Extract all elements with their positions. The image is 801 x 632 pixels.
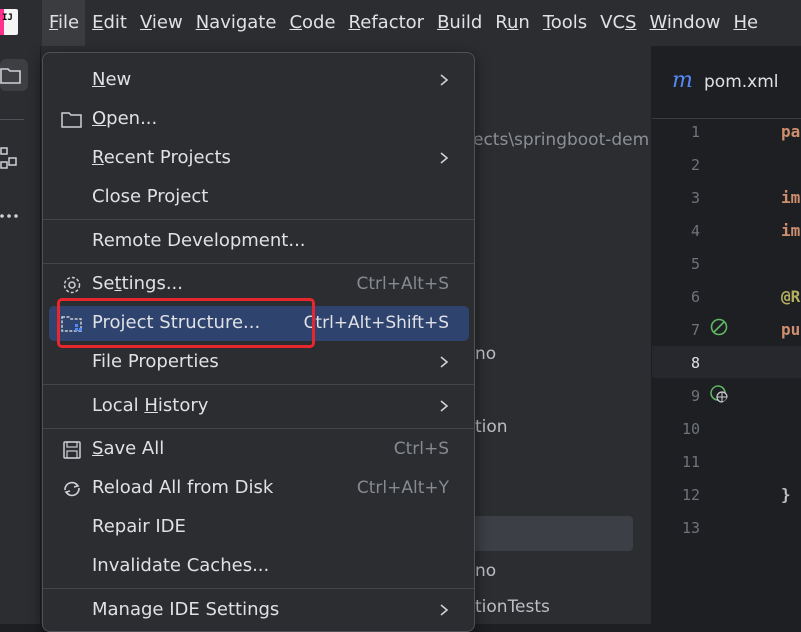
more-icon[interactable]: [0, 212, 20, 220]
tree-row[interactable]: tion: [475, 417, 508, 437]
folder-icon: [61, 112, 82, 128]
menu-separator: [43, 219, 474, 220]
code-text: pa: [781, 122, 801, 141]
menu-item-recent-projects[interactable]: Recent Projects: [49, 141, 469, 176]
code-text: im: [781, 188, 801, 207]
spring-bean-icon[interactable]: [710, 318, 728, 336]
main-menu-bar: IJ File Edit View Navigate Code Refactor…: [0, 0, 801, 46]
code-text: @R: [781, 287, 801, 306]
intellij-logo-icon: IJ: [0, 9, 18, 35]
menu-vcs[interactable]: VCS: [593, 0, 642, 46]
menu-edit[interactable]: Edit: [85, 0, 133, 46]
chevron-right-icon: [440, 152, 449, 164]
menu-refactor[interactable]: Refactor: [342, 0, 431, 46]
line-number: 1: [690, 123, 700, 141]
line-number: 5: [690, 255, 700, 273]
line-number: 11: [681, 453, 700, 471]
menu-item-new[interactable]: New: [49, 63, 469, 98]
menu-window[interactable]: Window: [642, 0, 726, 46]
left-tool-strip: [0, 46, 41, 624]
menu-list: File Edit View Navigate Code Refactor Bu…: [42, 0, 764, 46]
menu-item-repair-ide[interactable]: Repair IDE: [49, 510, 469, 545]
menu-file[interactable]: File: [42, 0, 86, 46]
line-number: 2: [690, 156, 700, 174]
chevron-right-icon: [440, 400, 449, 412]
maven-icon: m: [672, 68, 693, 93]
menu-item-manage-ide-settings[interactable]: Manage IDE Settings: [49, 593, 469, 628]
menu-separator: [43, 428, 474, 429]
menu-item-settings[interactable]: Settings... Ctrl+Alt+S: [49, 267, 469, 302]
shortcut-label: Ctrl+Alt+Y: [356, 478, 449, 498]
menu-item-invalidate-caches[interactable]: Invalidate Caches...: [49, 549, 469, 584]
menu-item-reload-all[interactable]: Reload All from Disk Ctrl+Alt+Y: [49, 471, 469, 506]
code-text: }: [781, 485, 791, 504]
project-tool-button[interactable]: [0, 59, 28, 91]
menu-code[interactable]: Code: [282, 0, 341, 46]
folder-icon: [0, 68, 21, 84]
editor-tab-bar: m pom.xml: [652, 46, 801, 119]
line-number-gutter: 1 2 3 4 5 6 7 8 9 10 11 12 13: [652, 118, 774, 624]
line-number: 3: [690, 189, 700, 207]
gear-icon: [63, 276, 81, 294]
menu-item-file-properties[interactable]: File Properties: [49, 345, 469, 380]
project-path: ects\springboot-dem: [473, 130, 650, 150]
menu-item-save-all[interactable]: Save All Ctrl+S: [49, 432, 469, 467]
menu-item-remote-development[interactable]: Remote Development...: [49, 224, 469, 259]
shortcut-label: Ctrl+Alt+Shift+S: [303, 313, 449, 333]
menu-run[interactable]: Run: [488, 0, 536, 46]
tool-separator: [0, 119, 24, 120]
shortcut-label: Ctrl+Alt+S: [356, 274, 449, 294]
save-icon: [63, 441, 81, 459]
chevron-right-icon: [440, 356, 449, 368]
menu-separator: [43, 588, 474, 589]
tree-selected-row[interactable]: [471, 516, 633, 551]
menu-separator: [43, 384, 474, 385]
structure-icon[interactable]: [0, 146, 20, 172]
menu-tools[interactable]: Tools: [536, 0, 593, 46]
line-number: 4: [690, 222, 700, 240]
menu-view[interactable]: View: [133, 0, 189, 46]
tree-row[interactable]: no: [475, 561, 496, 581]
menu-separator: [43, 263, 474, 264]
menu-item-open[interactable]: Open...: [49, 102, 469, 137]
line-number-current: 8: [690, 354, 700, 372]
line-number: 6: [690, 288, 700, 306]
line-number: 12: [681, 486, 700, 504]
menu-help[interactable]: He: [726, 0, 764, 46]
reload-icon: [64, 481, 80, 497]
line-number: 9: [690, 387, 700, 405]
editor-tab-pom[interactable]: pom.xml: [704, 72, 779, 92]
web-endpoint-icon[interactable]: [710, 385, 728, 403]
menu-build[interactable]: Build: [430, 0, 488, 46]
menu-item-close-project[interactable]: Close Project: [49, 180, 469, 215]
line-number: 13: [681, 519, 700, 537]
tree-row[interactable]: no: [475, 344, 496, 364]
line-number: 7: [690, 321, 700, 339]
tree-row[interactable]: tionTests: [475, 597, 550, 617]
annotation-highlight-box: [57, 298, 315, 348]
shortcut-label: Ctrl+S: [393, 439, 449, 459]
menu-navigate[interactable]: Navigate: [189, 0, 283, 46]
line-number: 10: [681, 420, 700, 438]
menu-item-local-history[interactable]: Local History: [49, 389, 469, 424]
code-text: im: [781, 221, 801, 240]
chevron-right-icon: [440, 604, 449, 616]
code-text: pu: [781, 320, 801, 339]
chevron-right-icon: [440, 74, 449, 86]
